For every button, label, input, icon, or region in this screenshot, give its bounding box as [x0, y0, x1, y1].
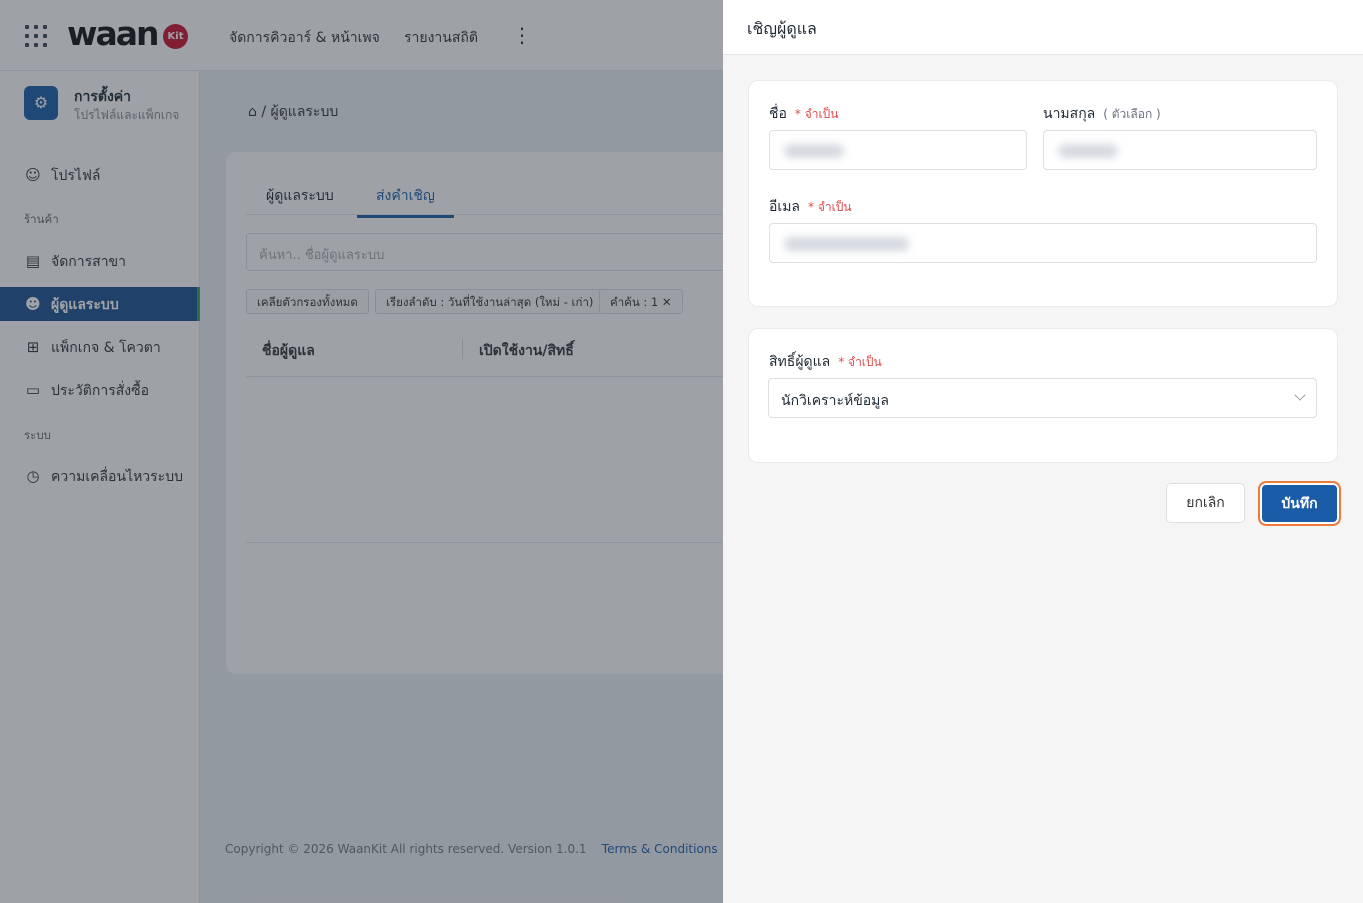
last-name-input[interactable]: [1043, 130, 1317, 170]
role-select[interactable]: นักวิเคราะห์ข้อมูล: [768, 378, 1317, 418]
drawer-header: เชิญผู้ดูแล: [723, 0, 1363, 55]
required-mark: * จำเป็น: [838, 355, 882, 369]
cancel-button[interactable]: ยกเลิก: [1166, 483, 1245, 523]
required-mark: * จำเป็น: [794, 107, 839, 121]
role-select-value: นักวิเคราะห์ข้อมูล: [781, 393, 889, 409]
chevron-down-icon: [1294, 389, 1306, 401]
first-name-label: ชื่อ * จำเป็น: [769, 106, 839, 122]
last-name-label: นามสกุล( ตัวเลือก ): [1043, 106, 1161, 122]
role-label: สิทธิ์ผู้ดูแล * จำเป็น: [769, 354, 882, 370]
modal-overlay[interactable]: [0, 0, 723, 903]
first-name-input[interactable]: [769, 130, 1027, 170]
drawer-title: เชิญผู้ดูแล: [747, 19, 817, 38]
required-mark: * จำเป็น: [808, 200, 852, 214]
email-label: อีเมล * จำเป็น: [769, 199, 852, 215]
optional-mark: ( ตัวเลือก ): [1103, 107, 1161, 121]
save-button[interactable]: บันทึก: [1258, 481, 1341, 526]
email-input[interactable]: [769, 223, 1317, 263]
